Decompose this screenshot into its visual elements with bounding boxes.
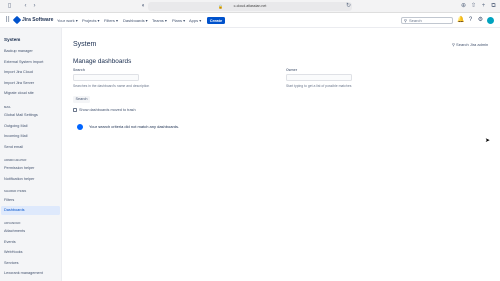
- back-icon[interactable]: ‹: [22, 3, 29, 10]
- create-button[interactable]: Create: [207, 17, 225, 24]
- user-avatar[interactable]: [487, 17, 494, 24]
- search-placeholder: Search: [409, 18, 422, 23]
- search-jira-admin-link[interactable]: ⚲ Search Jira admin: [452, 42, 488, 48]
- sidebar-group-advanced: ADVANCED: [4, 221, 21, 225]
- browser-toolbar: ▯ ‹ › ◐ 🔒 c-cloud.atlassian.net ↻ ⊕ ⇧ + …: [0, 0, 500, 13]
- jira-logo-icon[interactable]: [12, 15, 22, 25]
- nav-dashboards[interactable]: Dashboards ▾: [123, 16, 148, 25]
- nav-plans[interactable]: Plans ▾: [172, 16, 185, 25]
- sidebar-item-dashboards[interactable]: Dashboards: [4, 208, 24, 213]
- help-icon[interactable]: ?: [467, 17, 474, 24]
- show-trash-checkbox[interactable]: [73, 108, 77, 112]
- empty-results-message: Your search criteria did not match any d…: [89, 124, 180, 129]
- sidebar-item-import-jira-cloud[interactable]: Import Jira Cloud: [4, 70, 33, 75]
- settings-gear-icon[interactable]: ⚙: [477, 17, 484, 24]
- search-field-help: Searches in the dashboard's name and des…: [73, 84, 150, 88]
- sidebar-item-events[interactable]: Events: [4, 240, 16, 245]
- sidebar-item-lexorank-management[interactable]: Lexorank management: [4, 271, 43, 276]
- page-title: System: [73, 41, 97, 48]
- sidebar-item-incoming-mail[interactable]: Incoming Mail: [4, 134, 27, 139]
- admin-sidebar: System Backup manager External System Im…: [0, 28, 62, 281]
- sidebar-group-mail: MAIL: [4, 105, 12, 109]
- sidebar-item-migrate-cloud-site[interactable]: Migrate cloud site: [4, 91, 34, 96]
- section-title: Manage dashboards: [73, 58, 132, 65]
- sidebar-item-attachments[interactable]: Attachments: [4, 229, 25, 234]
- nav-your-work[interactable]: Your work ▾: [57, 16, 78, 25]
- share-icon[interactable]: ⇧: [470, 3, 477, 10]
- address-bar[interactable]: 🔒 c-cloud.atlassian.net: [148, 2, 352, 11]
- top-navigation: ⠿ Jira Software Your work ▾ Projects ▾ F…: [0, 13, 500, 28]
- global-search-input[interactable]: ⚲ Search: [401, 17, 453, 24]
- nav-apps[interactable]: Apps ▾: [189, 16, 201, 25]
- sidebar-item-services[interactable]: Services: [4, 261, 19, 266]
- sidebar-item-backup-manager[interactable]: Backup manager: [4, 49, 33, 54]
- sidebar-title: System: [4, 37, 21, 42]
- search-icon: ⚲: [404, 18, 407, 23]
- owner-field-label: Owner: [286, 68, 298, 72]
- owner-field-help: Start typing to get a list of possible m…: [286, 84, 352, 88]
- forward-icon[interactable]: ›: [31, 3, 38, 10]
- nav-filters[interactable]: Filters ▾: [104, 16, 118, 25]
- mouse-cursor-icon: ➤: [485, 138, 491, 144]
- product-name[interactable]: Jira Software: [22, 16, 53, 25]
- sidebar-item-filters[interactable]: Filters: [4, 198, 14, 203]
- sidebar-item-outgoing-mail[interactable]: Outgoing Mail: [4, 124, 27, 129]
- owner-input[interactable]: [286, 74, 352, 81]
- nav-teams[interactable]: Teams ▾: [152, 16, 167, 25]
- new-tab-icon[interactable]: +: [480, 3, 487, 10]
- sidebar-item-notification-helper[interactable]: Notification helper: [4, 177, 34, 182]
- info-icon: [77, 124, 83, 130]
- tabs-icon[interactable]: ⧉: [490, 3, 497, 10]
- shield-icon: ◐: [141, 3, 146, 9]
- sidebar-item-global-mail-settings[interactable]: Global Mail Settings: [4, 113, 38, 118]
- sidebar-group-shared-items: SHARED ITEMS: [4, 189, 27, 193]
- sidebar-item-import-jira-server[interactable]: Import Jira Server: [4, 81, 34, 86]
- download-icon[interactable]: ⊕: [460, 3, 467, 10]
- sidebar-item-send-email[interactable]: Send email: [4, 145, 23, 150]
- sidebar-item-webhooks[interactable]: WebHooks: [4, 250, 23, 255]
- refresh-icon[interactable]: ↻: [345, 3, 352, 10]
- nav-projects[interactable]: Projects ▾: [82, 16, 100, 25]
- dashboard-search-input[interactable]: [73, 74, 139, 81]
- sidebar-icon[interactable]: ▯: [6, 3, 13, 10]
- show-trash-label[interactable]: Show dashboards moved to trash: [79, 107, 136, 113]
- sidebar-item-permission-helper[interactable]: Permission helper: [4, 166, 34, 171]
- search-button[interactable]: Search: [73, 96, 90, 103]
- sidebar-group-admin-helper: ADMIN HELPER: [4, 158, 27, 162]
- sidebar-item-external-system-import[interactable]: External System Import: [4, 60, 43, 65]
- notifications-icon[interactable]: 🔔: [457, 17, 464, 24]
- app-switcher-icon[interactable]: ⠿: [5, 17, 12, 24]
- search-jira-admin-label: Search Jira admin: [456, 42, 489, 47]
- address-text: c-cloud.atlassian.net: [233, 4, 267, 8]
- search-field-label: Search: [73, 68, 85, 72]
